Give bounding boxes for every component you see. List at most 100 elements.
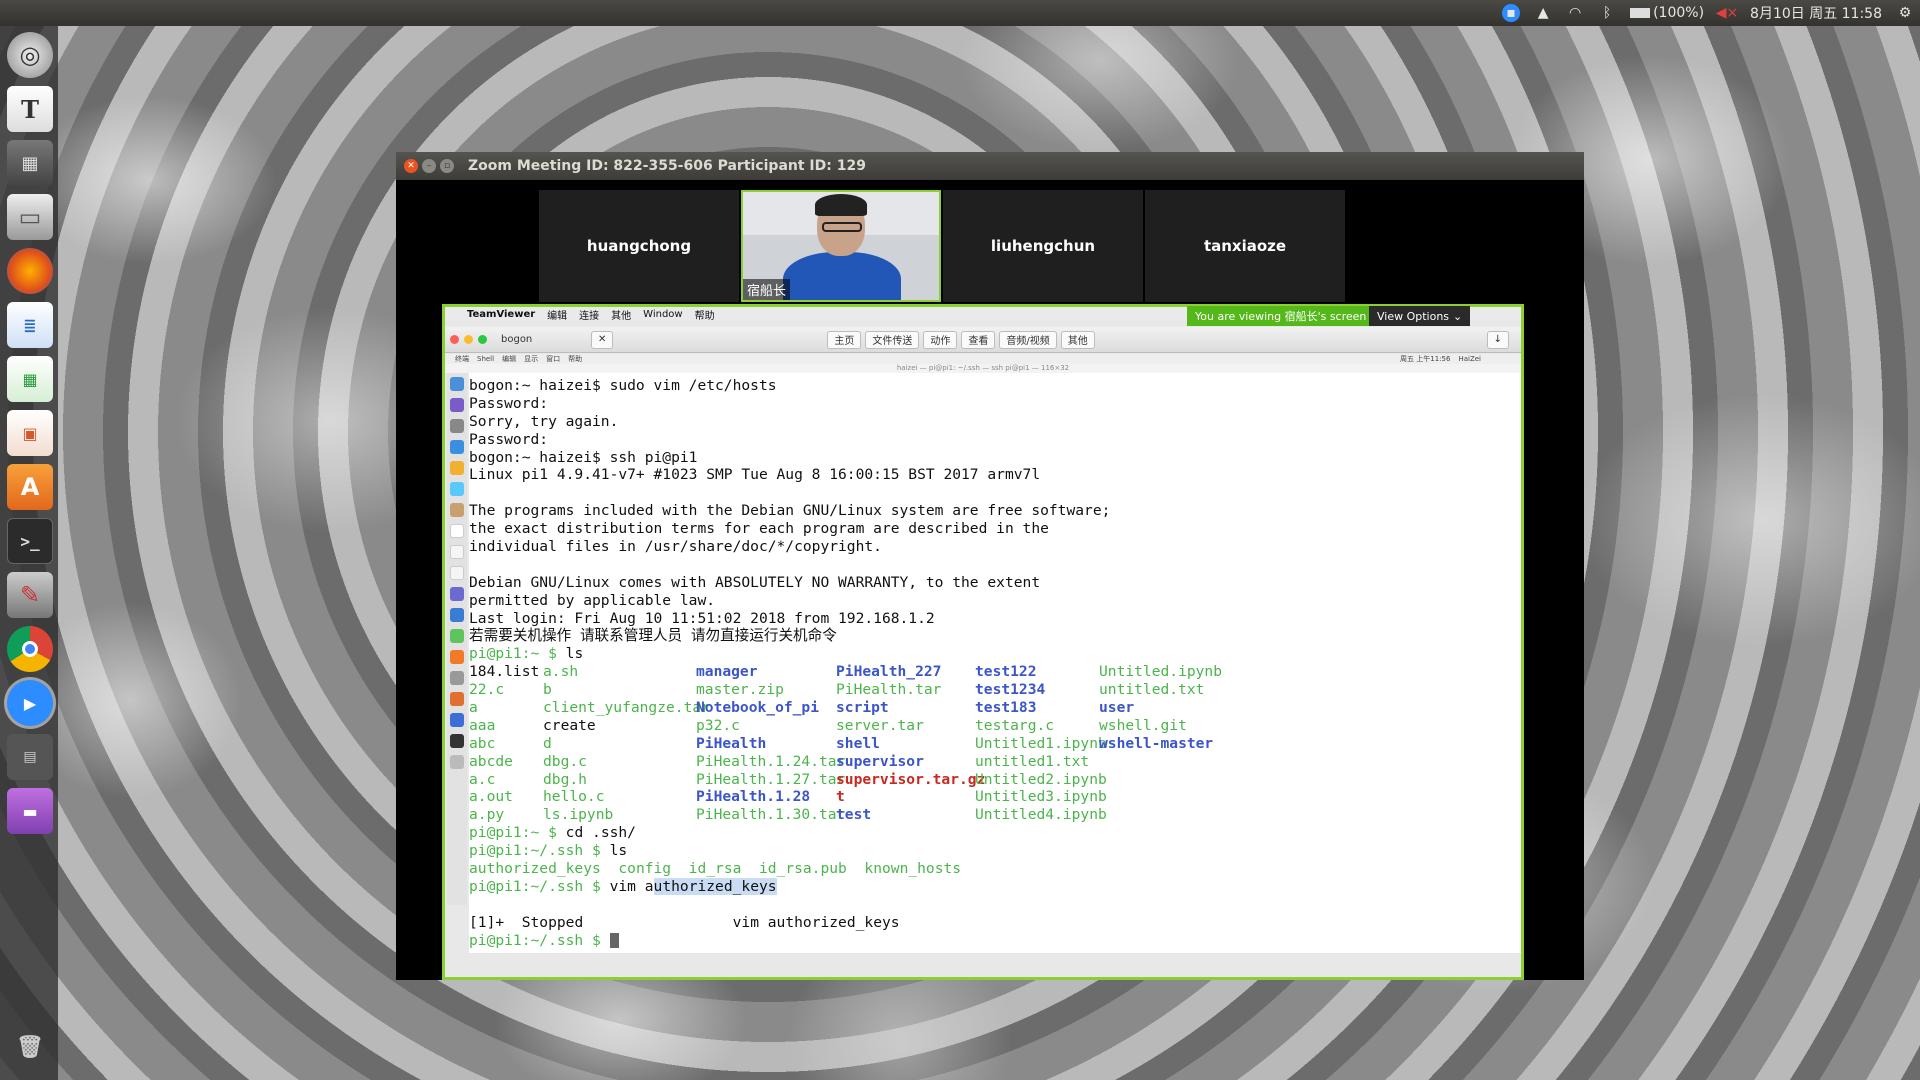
job-state: Stopped	[521, 913, 584, 931]
command-arg-a: a	[644, 877, 654, 895]
minimize-icon[interactable]: –	[422, 159, 436, 173]
participant-name: huangchong	[586, 237, 692, 255]
firefox-icon[interactable]	[7, 248, 53, 294]
battery-indicator[interactable]: (100%)	[1630, 5, 1704, 21]
files-icon[interactable]: ▭	[7, 194, 53, 240]
firefox-icon	[450, 692, 464, 706]
shared-screen[interactable]: TeamViewer 编辑 连接 其他 Window 帮助 You are vi…	[442, 304, 1524, 980]
trash-icon[interactable]: 🗑	[7, 1024, 53, 1070]
ls-entry: PiHealth_227	[836, 663, 942, 681]
terminal-line: Linux pi1 4.9.41-v7+ #1023 SMP Tue Aug 8…	[469, 466, 1041, 484]
ls-entry: untitled1.txt	[975, 752, 1090, 770]
terminal-line: authorized_keys config id_rsa id_rsa.pub…	[469, 860, 1521, 878]
wifi-icon[interactable]: ◠	[1566, 4, 1584, 22]
software-center-icon[interactable]: A	[7, 464, 53, 510]
ls-entry: user	[1099, 699, 1135, 717]
battery-percent: (100%)	[1653, 5, 1705, 21]
view-options-button[interactable]: View Options ⌄	[1369, 306, 1471, 326]
text-editor-icon[interactable]: T	[7, 86, 53, 132]
terminal-line: Last login: Fri Aug 10 11:51:02 2018 fro…	[469, 609, 935, 627]
ls-row: 22.c b master.zip PiHealth.tar test1234 untit…	[469, 681, 1521, 699]
terminal-line: [1]+ Stopped vim authorized_keys	[469, 914, 1521, 932]
tv-tab: bogon	[501, 334, 533, 345]
tv-other-button: 其他	[1060, 330, 1095, 349]
participant-name: 宿船长	[743, 279, 791, 300]
ls-entry: d	[543, 734, 552, 752]
participant-tile-tanxiaoze[interactable]: tanxiaoze	[1145, 190, 1345, 302]
calc-icon[interactable]: ▦	[7, 356, 53, 402]
ls-entry: manager	[696, 663, 758, 681]
photos-icon	[450, 587, 464, 601]
terminal-line: Password:	[469, 430, 549, 448]
ls-entry: a	[469, 699, 478, 717]
command: ls	[609, 842, 628, 860]
contacts-icon	[450, 503, 464, 517]
terminal-output[interactable]: bogon:~ haizei$ sudo vim /etc/hosts Pass…	[469, 373, 1521, 953]
inner-menu-edit: 编辑	[502, 355, 517, 363]
calendar-icon	[450, 524, 464, 538]
calculator-icon[interactable]: ▦	[7, 140, 53, 186]
ls-entry: test	[836, 806, 872, 824]
close-icon[interactable]: ✕	[404, 159, 418, 173]
ls-row: a.py ls.ipynb PiHealth.1.30.tar test Untitle…	[469, 806, 1521, 824]
zoom-tray-icon[interactable]: ▪	[1502, 4, 1521, 22]
prompt: pi@pi1:~ $	[469, 824, 557, 842]
job-command: vim authorized_keys	[732, 913, 900, 931]
ls-row: a.c dbg.h PiHealth.1.27.tar supervisor.tar.…	[469, 771, 1521, 789]
job-number: [1]+	[469, 913, 505, 931]
workspace-icon[interactable]: ▤	[7, 734, 53, 780]
inner-menu-terminal: 终端	[455, 355, 469, 363]
system-settings-icon[interactable]: ✎	[7, 572, 53, 618]
top-panel: ▪ ▲ ◠ ᛒ (100%) ◀× 8月10日 周五 11:58 ⚙	[0, 0, 1920, 26]
power-gear-icon[interactable]: ⚙	[1896, 4, 1914, 22]
terminal-line: pi@pi1:~/.ssh $ ls	[469, 842, 1521, 860]
ls-entry: ls.ipynb	[543, 806, 614, 824]
penguin-tray-icon[interactable]: ▲	[1534, 4, 1552, 22]
ls-row: a client_yufangze.tar Notebook_of_pi script…	[469, 699, 1521, 717]
ls-entry: supervisor	[836, 752, 924, 770]
launcher: ◎ T ▦ ▭ ≣ ▦ ▣ A >_ ✎ ▶ ▤ ▬ 🗑	[0, 26, 58, 1080]
terminal-line: bogon:~ haizei$ ssh pi@pi1	[469, 448, 698, 466]
ls-entry: Untitled2.ipynb	[975, 770, 1107, 788]
ls-entry: a.py	[469, 806, 505, 824]
terminal-icon[interactable]: >_	[7, 518, 53, 564]
volume-muted-icon[interactable]: ◀×	[1716, 4, 1739, 22]
inner-terminal-title: haizei — pi@pi1: ~/.ssh — ssh pi@pi1 — 1…	[445, 364, 1521, 373]
safari-icon	[450, 440, 464, 454]
ls-entry: PiHealth.1.24.tar	[696, 752, 846, 770]
terminal-line: Debian GNU/Linux comes with ABSOLUTELY N…	[469, 573, 1041, 591]
terminal-line: permitted by applicable law.	[469, 591, 716, 609]
terminal-line: The programs included with the Debian GN…	[469, 502, 1111, 520]
chrome-icon[interactable]	[7, 626, 53, 672]
ssh-file: id_rsa.pub	[758, 860, 847, 878]
text-cursor	[609, 933, 619, 949]
zoom-icon[interactable]: ▶	[7, 680, 53, 726]
ls-entry: Notebook_of_pi	[696, 699, 820, 717]
participant-tile-huangchong[interactable]: huangchong	[539, 190, 739, 302]
close-icon	[450, 335, 459, 344]
terminal-line: the exact distribution terms for each pr…	[469, 520, 1049, 538]
ls-entry: Untitled4.ipynb	[975, 806, 1107, 824]
ls-entry: create	[543, 716, 596, 734]
app-icon[interactable]: ▬	[7, 788, 53, 834]
settings-icon[interactable]: ◎	[7, 32, 53, 78]
terminal-line: Password:	[469, 394, 549, 412]
impress-icon[interactable]: ▣	[7, 410, 53, 456]
ls-entry: supervisor.tar.gz	[836, 770, 986, 788]
participant-tile-active-speaker[interactable]: 宿船长	[741, 190, 941, 302]
trash-icon	[450, 755, 464, 769]
ls-entry: 184.list	[469, 663, 540, 681]
bluetooth-icon[interactable]: ᛒ	[1598, 4, 1616, 22]
terminal-line: pi@pi1:~/.ssh $	[469, 932, 1521, 950]
participant-tile-liuhengchun[interactable]: liuhengchun	[943, 190, 1143, 302]
writer-icon[interactable]: ≣	[7, 302, 53, 348]
inner-menu-help: 帮助	[568, 355, 583, 363]
mail-icon	[450, 482, 464, 496]
ls-entry: Untitled3.ipynb	[975, 788, 1107, 806]
maximize-icon[interactable]: ▫	[440, 159, 454, 173]
ls-entry: dbg.c	[543, 752, 587, 770]
clock[interactable]: 8月10日 周五 11:58	[1750, 3, 1882, 23]
launchpad-icon	[450, 419, 464, 433]
ls-entry: hello.c	[543, 788, 605, 806]
